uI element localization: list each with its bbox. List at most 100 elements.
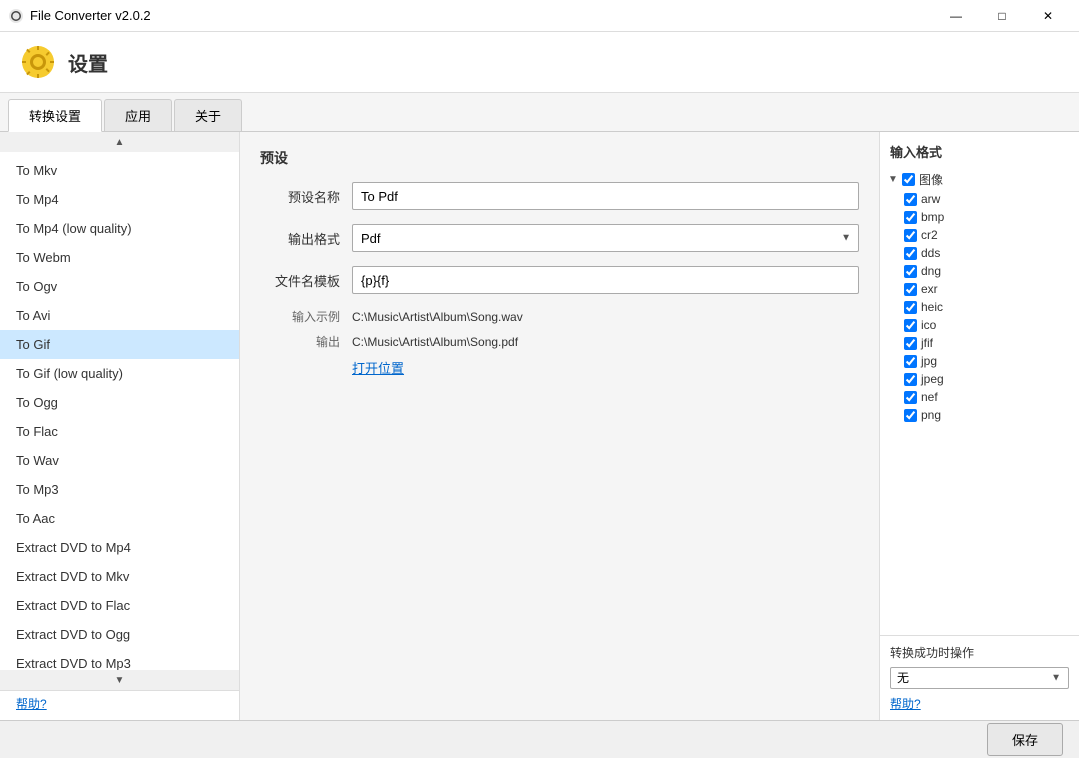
tree-root: ▼ 图像 arw bmp cr2 dds dng exr heic ico jfif jpg jpe… [880,169,1079,424]
tree-item-exr[interactable]: exr [900,280,1075,298]
tree-item-png[interactable]: png [900,406,1075,424]
tab-about[interactable]: 关于 [174,99,242,131]
close-button[interactable]: ✕ [1025,0,1071,32]
sidebar-scroll-down[interactable]: ▼ [0,670,239,690]
tree-item-jpg[interactable]: jpg [900,352,1075,370]
sidebar-item-extract-dvd-ogg[interactable]: Extract DVD to Ogg [0,620,239,649]
maximize-button[interactable]: □ [979,0,1025,32]
tree-checkbox-exr[interactable] [904,283,917,296]
tree-item-jfif[interactable]: jfif [900,334,1075,352]
tree-checkbox-nef[interactable] [904,391,917,404]
right-section-top: 输入格式 ▼ 图像 arwbmpcr2ddsdngexrheicicojfifj… [880,132,1079,635]
output-format-row: 输出格式 PdfDocxTxtHtml ▼ [260,224,859,252]
sidebar-item-to-flac[interactable]: To Flac [0,417,239,446]
tree-item-arw[interactable]: arw [900,190,1075,208]
tree-root-item[interactable]: ▼ 图像 [884,169,1075,190]
tree-root-checkbox[interactable] [902,173,915,186]
sidebar-scroll-up[interactable]: ▲ [0,132,239,152]
output-format-select[interactable]: PdfDocxTxtHtml [352,224,859,252]
gear-icon [20,44,56,80]
filename-template-label: 文件名模板 [260,271,340,290]
tree-checkbox-heic[interactable] [904,301,917,314]
sidebar-item-to-mp4[interactable]: To Mp4 [0,185,239,214]
titlebar: File Converter v2.0.2 — □ ✕ [0,0,1079,32]
tree-checkbox-dds[interactable] [904,247,917,260]
tree-item-jpeg[interactable]: jpeg [900,370,1075,388]
tree-item-dds[interactable]: dds [900,244,1075,262]
app-header: 设置 [0,32,1079,93]
tree-item-cr2[interactable]: cr2 [900,226,1075,244]
sidebar: ▲ To MkvTo Mp4To Mp4 (low quality)To Web… [0,132,240,720]
tree-item-dng[interactable]: dng [900,262,1075,280]
sidebar-help-link[interactable]: 帮助? [8,691,55,716]
app-icon [8,8,24,24]
tree-root-label: 图像 [919,171,943,188]
right-section: 输入格式 ▼ 图像 arwbmpcr2ddsdngexrheicicojfifj… [879,132,1079,720]
tree-item-bmp[interactable]: bmp [900,208,1075,226]
tree-label-jfif: jfif [921,336,933,350]
sidebar-list: To MkvTo Mp4To Mp4 (low quality)To WebmT… [0,152,239,670]
tree-checkbox-bmp[interactable] [904,211,917,224]
conversion-success-select-wrapper: 无删除源文件移动源文件 ▼ [890,667,1069,689]
tree-label-ico: ico [921,318,936,332]
tree-checkbox-jpg[interactable] [904,355,917,368]
input-example-row: 输入示例 C:\Music\Artist\Album\Song.wav [260,308,859,325]
output-format-label: 输出格式 [260,229,340,248]
sidebar-item-to-wav[interactable]: To Wav [0,446,239,475]
tree-label-arw: arw [921,192,940,206]
output-value: C:\Music\Artist\Album\Song.pdf [352,335,518,349]
section-title: 预设 [260,148,859,168]
sidebar-item-extract-dvd-mp4[interactable]: Extract DVD to Mp4 [0,533,239,562]
minimize-button[interactable]: — [933,0,979,32]
tree-item-nef[interactable]: nef [900,388,1075,406]
tree-checkbox-jfif[interactable] [904,337,917,350]
input-example-value: C:\Music\Artist\Album\Song.wav [352,310,523,324]
sidebar-item-to-gif[interactable]: To Gif [0,330,239,359]
content-area: 预设 预设名称 输出格式 PdfDocxTxtHtml ▼ 文件名模板 输入示例… [240,132,879,720]
tabbar: 转换设置 应用 关于 [0,93,1079,132]
sidebar-item-to-mp4-lq[interactable]: To Mp4 (low quality) [0,214,239,243]
right-help-link[interactable]: 帮助? [890,695,1069,712]
tree-item-ico[interactable]: ico [900,316,1075,334]
sidebar-item-to-mp3[interactable]: To Mp3 [0,475,239,504]
sidebar-item-to-avi[interactable]: To Avi [0,301,239,330]
save-button[interactable]: 保存 [987,723,1063,756]
tree-checkbox-ico[interactable] [904,319,917,332]
preset-name-row: 预设名称 [260,182,859,210]
tree-checkbox-cr2[interactable] [904,229,917,242]
conversion-success-select[interactable]: 无删除源文件移动源文件 [890,667,1069,689]
tree-label-heic: heic [921,300,943,314]
tree-label-cr2: cr2 [921,228,938,242]
titlebar-title: File Converter v2.0.2 [30,8,151,23]
sidebar-item-extract-dvd-mkv[interactable]: Extract DVD to Mkv [0,562,239,591]
sidebar-item-to-aac[interactable]: To Aac [0,504,239,533]
output-format-wrapper: PdfDocxTxtHtml ▼ [352,224,859,252]
tree-label-jpeg: jpeg [921,372,944,386]
open-folder-link[interactable]: 打开位置 [352,361,404,376]
tree-label-dng: dng [921,264,941,278]
tree-label-jpg: jpg [921,354,937,368]
preset-name-label: 预设名称 [260,187,340,206]
tree-item-heic[interactable]: heic [900,298,1075,316]
filename-template-row: 文件名模板 [260,266,859,294]
tree-checkbox-jpeg[interactable] [904,373,917,386]
app-title: 设置 [68,48,108,77]
sidebar-item-to-gif-lq[interactable]: To Gif (low quality) [0,359,239,388]
sidebar-item-to-ogv[interactable]: To Ogv [0,272,239,301]
tab-apply[interactable]: 应用 [104,99,172,131]
tree-checkbox-png[interactable] [904,409,917,422]
tree-label-exr: exr [921,282,938,296]
sidebar-item-extract-dvd-mp3[interactable]: Extract DVD to Mp3 [0,649,239,670]
preset-name-input[interactable] [352,182,859,210]
open-folder-row: 打开位置 [352,358,859,377]
tree-checkbox-dng[interactable] [904,265,917,278]
sidebar-item-to-ogg[interactable]: To Ogg [0,388,239,417]
tree-label-nef: nef [921,390,938,404]
filename-template-input[interactable] [352,266,859,294]
sidebar-item-to-mkv[interactable]: To Mkv [0,156,239,185]
tree-checkbox-arw[interactable] [904,193,917,206]
tab-convert[interactable]: 转换设置 [8,99,102,132]
sidebar-item-extract-dvd-flac[interactable]: Extract DVD to Flac [0,591,239,620]
tree-label-dds: dds [921,246,940,260]
sidebar-item-to-webm[interactable]: To Webm [0,243,239,272]
